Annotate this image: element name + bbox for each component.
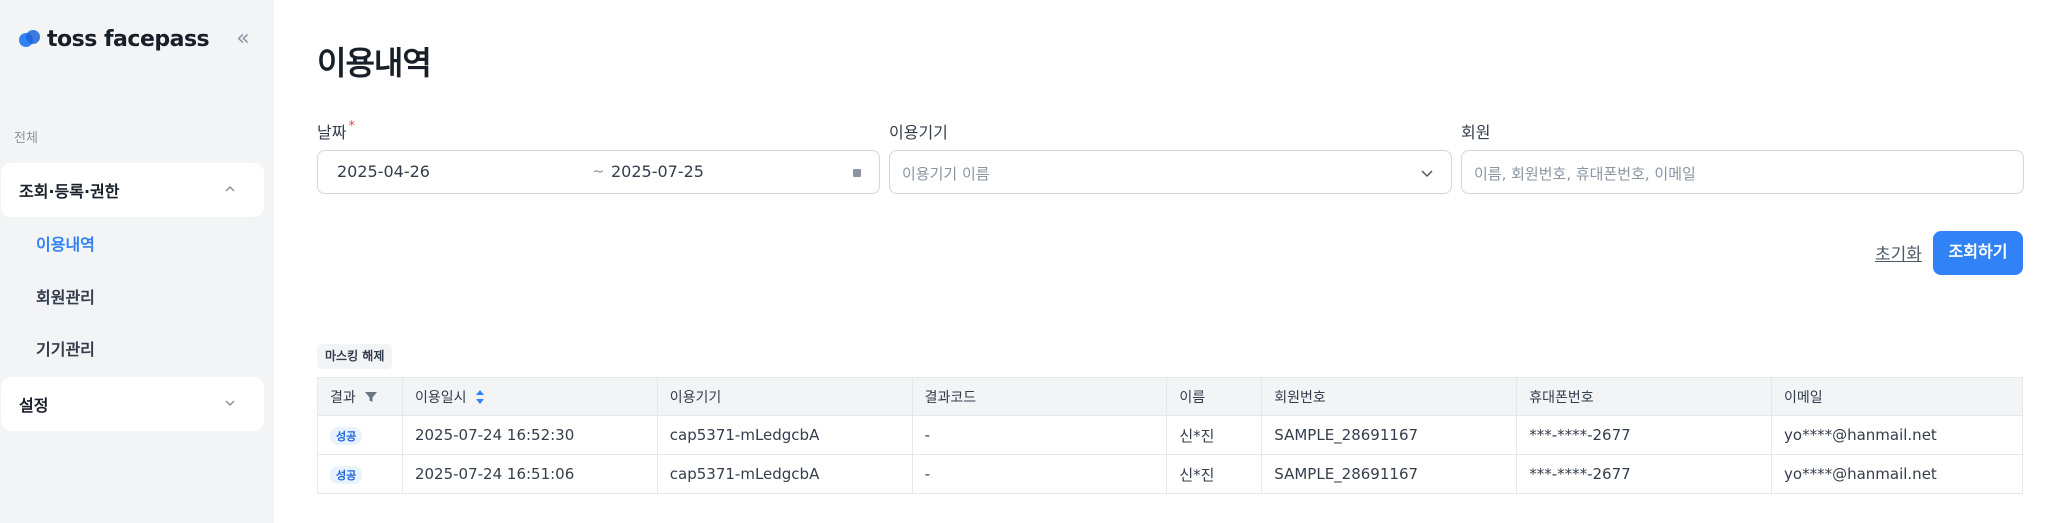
date-label: 날짜 * [317,119,355,143]
unmask-button[interactable]: 마스킹 해제 [317,344,393,369]
required-mark: * [348,119,355,134]
table-header-row: 결과 이용일시 이용기기 결과코드 이름 회원번호 휴대폰번호 이메일 [317,377,2023,416]
email-cell: yo****@hanmail.net [1771,454,2023,494]
table-row[interactable]: 성공 2025-07-24 16:51:06 cap5371-mLedgcbA … [317,454,2023,494]
sort-icon[interactable] [474,389,486,405]
member-search-input[interactable]: 이름, 회원번호, 휴대폰번호, 이메일 [1461,150,2024,194]
column-header-result[interactable]: 결과 [317,377,403,416]
member-label: 회원 [1461,123,1491,142]
name-cell: 신*진 [1166,415,1263,455]
device-label: 이용기기 [889,123,948,142]
device-select[interactable]: 이용기기 이름 [889,150,1452,194]
column-header-datetime[interactable]: 이용일시 [401,377,658,416]
search-button[interactable]: 조회하기 [1933,231,2023,275]
sidebar-item-device-management[interactable]: 기기관리 [36,336,95,360]
sidebar: toss facepass « 전체 조회·등록·권한 이용내역 회원관리 기기… [0,0,274,523]
reset-button[interactable]: 초기화 [1875,240,1922,265]
chevron-down-icon [1421,170,1433,178]
column-header-name: 이름 [1166,377,1263,416]
filter-icon[interactable] [364,390,378,404]
date-range-field[interactable]: 2025-04-26 ~ 2025-07-25 [317,150,880,194]
device-select-placeholder: 이용기기 이름 [902,165,990,183]
member-number-cell: SAMPLE_28691167 [1261,454,1518,494]
column-header-member-number: 회원번호 [1261,377,1518,416]
nav-group-label: 조회·등록·권한 [19,182,120,201]
column-header-device: 이용기기 [656,377,913,416]
nav-group-settings[interactable]: 설정 [1,377,264,431]
device-cell: cap5371-mLedgcbA [656,415,913,455]
section-label: 전체 [14,131,38,146]
email-cell: yo****@hanmail.net [1771,415,2023,455]
sidebar-item-usage-history[interactable]: 이용내역 [36,231,95,255]
status-badge: 성공 [330,465,363,484]
member-number-cell: SAMPLE_28691167 [1261,415,1518,455]
column-header-phone: 휴대폰번호 [1516,377,1773,416]
column-header-result-code: 결과코드 [911,377,1168,416]
calendar-icon[interactable] [853,169,861,177]
usage-table: 결과 이용일시 이용기기 결과코드 이름 회원번호 휴대폰번호 이메일 성공 2… [317,377,2023,494]
device-cell: cap5371-mLedgcbA [656,454,913,494]
chevron-up-icon [225,185,235,192]
datetime-cell: 2025-07-24 16:52:30 [401,415,658,455]
status-badge: 성공 [330,426,363,445]
name-cell: 신*진 [1166,454,1263,494]
end-date-value[interactable]: 2025-07-25 [611,162,704,181]
result-cell: 성공 [317,454,403,494]
result-code-cell: - [911,454,1168,494]
main-content: 이용내역 날짜 * 2025-04-26 ~ 2025-07-25 이용기기 이용… [274,0,2048,523]
logo[interactable]: toss facepass [19,27,210,52]
result-code-cell: - [911,415,1168,455]
member-search-placeholder: 이름, 회원번호, 휴대폰번호, 이메일 [1474,165,1696,183]
result-cell: 성공 [317,415,403,455]
logo-text: toss facepass [47,27,210,52]
nav-group-label: 설정 [19,396,49,415]
start-date-value[interactable]: 2025-04-26 [337,162,430,181]
phone-cell: ***-****-2677 [1516,454,1773,494]
column-header-email: 이메일 [1771,377,2023,416]
column-header-label: 이용일시 [414,389,467,406]
date-label-text: 날짜 [317,123,347,142]
sidebar-item-member-management[interactable]: 회원관리 [36,284,95,308]
chevron-down-icon [225,400,235,407]
table-row[interactable]: 성공 2025-07-24 16:52:30 cap5371-mLedgcbA … [317,415,2023,455]
toss-logo-icon [19,29,41,50]
datetime-cell: 2025-07-24 16:51:06 [401,454,658,494]
nav-group-lookup[interactable]: 조회·등록·권한 [1,163,264,217]
page-title: 이용내역 [317,44,432,82]
column-header-label: 결과 [330,389,356,406]
date-separator: ~ [592,162,605,180]
collapse-sidebar-icon[interactable]: « [232,26,254,52]
phone-cell: ***-****-2677 [1516,415,1773,455]
